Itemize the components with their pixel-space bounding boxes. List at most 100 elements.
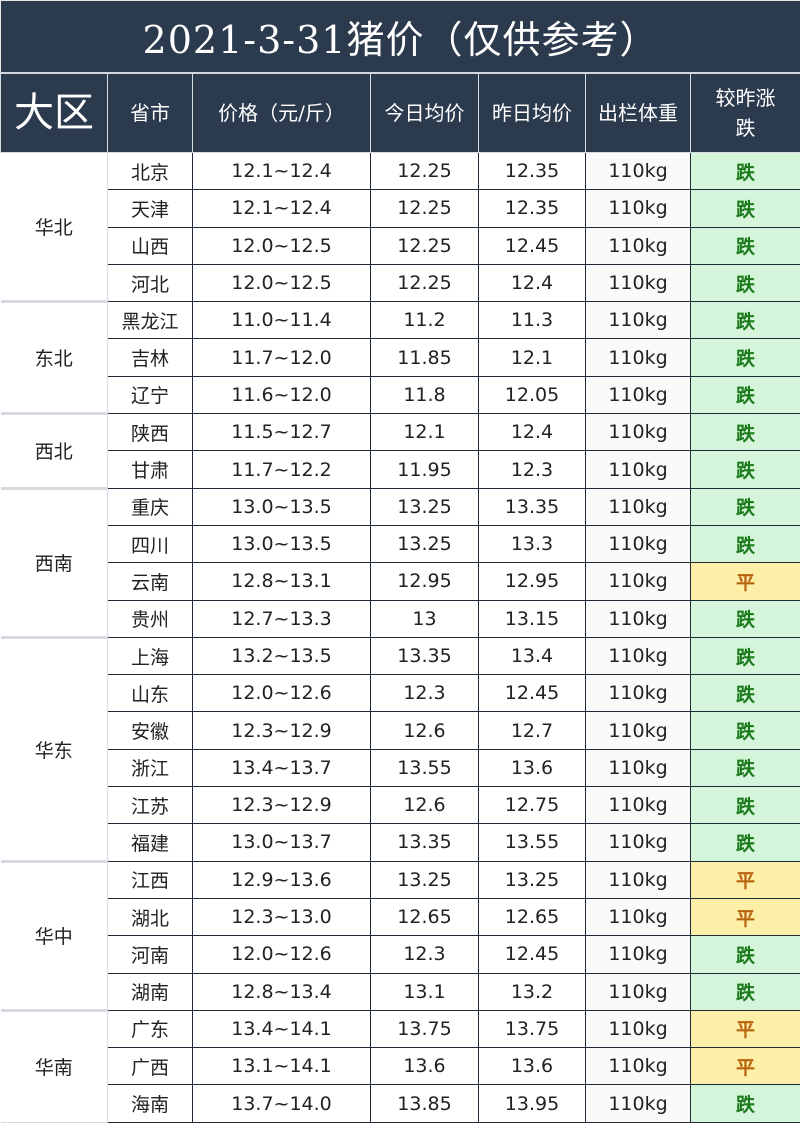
today-avg-cell: 12.3 (370, 674, 479, 713)
price-table: 2021-3-31猪价（仅供参考） 大区 省市 价格（元/斤） 今日均价 昨日均… (0, 0, 800, 1123)
today-avg-cell: 13.85 (370, 1084, 479, 1123)
price-range-cell: 12.1~12.4 (192, 189, 371, 228)
province-cell: 吉林 (107, 338, 193, 377)
price-range-cell: 13.2~13.5 (192, 636, 371, 676)
price-range-cell: 12.8~13.4 (192, 972, 371, 1011)
province-cell: 贵州 (107, 599, 193, 638)
price-range-cell: 11.0~11.4 (192, 301, 371, 340)
weight-cell: 110kg (585, 748, 691, 788)
weight-cell: 110kg (585, 375, 691, 415)
yesterday-avg-cell: 12.7 (478, 711, 586, 750)
today-avg-cell: 11.2 (370, 301, 479, 340)
table-row: 江苏 12.3~12.9 12.6 12.75 110kg 跌 (1, 786, 800, 825)
table-row: 华东 上海 13.2~13.5 13.35 13.4 110kg 跌 (0, 635, 800, 862)
province-cell: 山西 (107, 226, 193, 265)
change-cell: 平 (689, 562, 800, 601)
today-avg-cell: 13.25 (370, 524, 479, 564)
province-cell: 甘肃 (107, 450, 193, 489)
today-avg-cell: 13.25 (370, 860, 479, 899)
yesterday-avg-cell: 12.35 (478, 151, 586, 191)
table-row: 西南 重庆 13.0~13.5 13.25 13.35 110kg 跌 (0, 486, 800, 638)
province-cell: 福建 (107, 823, 193, 862)
province-cell: 四川 (107, 524, 193, 564)
yesterday-avg-cell: 12.45 (478, 226, 586, 265)
table-row: 安徽 12.3~12.9 12.6 12.7 110kg 跌 (1, 711, 800, 750)
weight-cell: 110kg (585, 1047, 691, 1086)
table-row: 山西 12.0~12.5 12.25 12.45 110kg 跌 (1, 226, 800, 265)
today-avg-cell: 13.1 (370, 972, 479, 1011)
province-cell: 安徽 (107, 711, 193, 750)
table-row: 甘肃 11.7~12.2 11.95 12.3 110kg 跌 (1, 450, 800, 489)
change-cell: 跌 (689, 972, 800, 1011)
weight-cell: 110kg (585, 301, 691, 340)
change-cell: 跌 (689, 786, 800, 825)
table-row: 华南 广东 13.4~14.1 13.75 13.75 110kg 平 (0, 1008, 800, 1123)
yesterday-avg-cell: 13.2 (478, 972, 586, 1011)
table-row: 湖北 12.3~13.0 12.65 12.65 110kg 平 (1, 897, 800, 937)
weight-cell: 110kg (585, 786, 691, 825)
price-range-cell: 11.7~12.0 (192, 338, 371, 377)
price-range-cell: 12.7~13.3 (192, 599, 371, 638)
price-range-cell: 13.0~13.7 (192, 823, 371, 862)
table-row: 华中 江西 12.9~13.6 13.25 13.25 110kg 平 (0, 859, 800, 1011)
province-cell: 天津 (107, 189, 193, 228)
table-row: 天津 12.1~12.4 12.25 12.35 110kg 跌 (1, 189, 800, 228)
change-cell: 跌 (689, 151, 800, 191)
price-range-cell: 13.0~13.5 (192, 487, 371, 526)
table-row: 浙江 13.4~13.7 13.55 13.6 110kg 跌 (1, 748, 800, 788)
weight-cell: 110kg (585, 524, 691, 564)
yesterday-avg-cell: 11.3 (478, 301, 586, 340)
today-avg-cell: 13.35 (370, 636, 479, 676)
header-yesterday-avg: 昨日均价 (478, 72, 586, 153)
header-row: 大区 省市 价格（元/斤） 今日均价 昨日均价 出栏体重 较昨涨跌 (0, 72, 800, 153)
price-range-cell: 11.6~12.0 (192, 375, 371, 415)
region-cell: 东北 (0, 300, 108, 415)
yesterday-avg-cell: 13.6 (478, 748, 586, 788)
price-range-cell: 13.4~13.7 (192, 748, 371, 788)
price-range-cell: 12.3~13.0 (192, 897, 371, 937)
yesterday-avg-cell: 12.05 (478, 375, 586, 415)
today-avg-cell: 12.6 (370, 711, 479, 750)
province-cell: 江西 (107, 860, 193, 899)
weight-cell: 110kg (585, 860, 691, 899)
table-row: 吉林 11.7~12.0 11.85 12.1 110kg 跌 (1, 338, 800, 377)
province-cell: 辽宁 (107, 375, 193, 415)
weight-cell: 110kg (585, 450, 691, 489)
price-range-cell: 13.0~13.5 (192, 524, 371, 564)
change-cell: 跌 (689, 524, 800, 564)
price-range-cell: 13.1~14.1 (192, 1047, 371, 1086)
province-cell: 广西 (107, 1047, 193, 1086)
table-row: 河北 12.0~12.5 12.25 12.4 110kg 跌 (1, 263, 800, 303)
price-range-cell: 11.7~12.2 (192, 450, 371, 489)
yesterday-avg-cell: 12.3 (478, 450, 586, 489)
province-cell: 河北 (107, 263, 193, 303)
today-avg-cell: 13.6 (370, 1047, 479, 1086)
change-cell: 跌 (689, 711, 800, 750)
weight-cell: 110kg (585, 972, 691, 1011)
weight-cell: 110kg (585, 338, 691, 377)
table-row: 山东 12.0~12.6 12.3 12.45 110kg 跌 (1, 674, 800, 713)
today-avg-cell: 11.85 (370, 338, 479, 377)
price-range-cell: 13.7~14.0 (192, 1084, 371, 1123)
yesterday-avg-cell: 12.35 (478, 189, 586, 228)
weight-cell: 110kg (585, 897, 691, 937)
region-cell: 西南 (0, 486, 108, 638)
weight-cell: 110kg (585, 599, 691, 638)
change-cell: 跌 (689, 487, 800, 526)
province-cell: 江苏 (107, 786, 193, 825)
table-row: 福建 13.0~13.7 13.35 13.55 110kg 跌 (1, 823, 800, 862)
today-avg-cell: 12.65 (370, 897, 479, 937)
yesterday-avg-cell: 13.35 (478, 487, 586, 526)
change-cell: 平 (689, 860, 800, 899)
weight-cell: 110kg (585, 636, 691, 676)
province-cell: 重庆 (107, 487, 193, 526)
today-avg-cell: 12.3 (370, 935, 479, 974)
change-cell: 平 (689, 1009, 800, 1049)
table-row: 四川 13.0~13.5 13.25 13.3 110kg 跌 (1, 524, 800, 564)
today-avg-cell: 11.8 (370, 375, 479, 415)
header-region: 大区 (0, 72, 108, 153)
change-cell: 平 (689, 1047, 800, 1086)
table-row: 辽宁 11.6~12.0 11.8 12.05 110kg 跌 (1, 375, 800, 415)
today-avg-cell: 12.25 (370, 189, 479, 228)
region-cell: 西北 (0, 412, 108, 489)
